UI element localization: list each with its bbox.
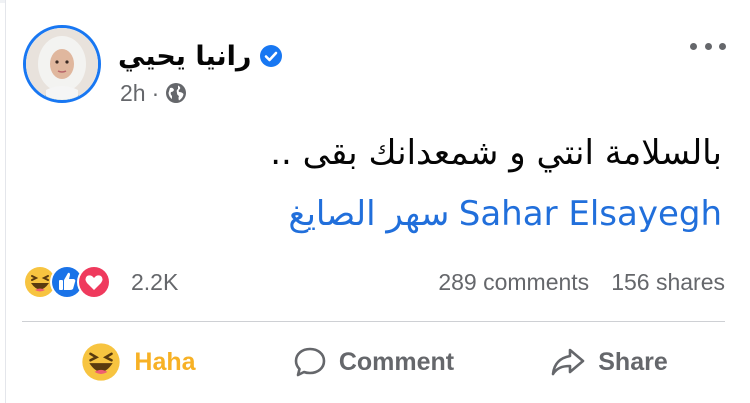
shares-count[interactable]: 156 shares [611, 269, 725, 296]
comments-count[interactable]: 289 comments [438, 269, 589, 296]
comment-label: Comment [338, 347, 455, 376]
share-button[interactable]: Share [493, 332, 725, 392]
globe-icon [166, 83, 187, 103]
post-stats: 2.2K 289 comments 156 shares [22, 262, 725, 302]
comment-button[interactable]: Comment [258, 332, 490, 392]
avatar-photo [26, 28, 98, 100]
author-name[interactable]: رانيا يحيي [118, 41, 251, 72]
mention-latin: Sahar Elsayegh [458, 194, 722, 234]
dot [719, 42, 726, 50]
mentioned-profile-link[interactable]: سهر الصايغ Sahar Elsayegh [122, 186, 722, 242]
post-meta: 2h · [120, 78, 187, 108]
comment-icon [294, 347, 326, 377]
action-bar: Haha Comment Share [22, 330, 725, 394]
reaction-icons [22, 264, 111, 300]
share-icon [551, 348, 585, 376]
love-reaction-icon [77, 265, 111, 299]
share-label: Share [598, 347, 668, 376]
post-text: بالسلامة انتي و شمعدانك بقى .. [270, 133, 722, 173]
author-row: رانيا يحيي [118, 38, 283, 74]
dot [690, 42, 697, 50]
reactions-summary[interactable]: 2.2K [22, 264, 178, 300]
haha-label: Haha [134, 347, 196, 376]
dot [704, 42, 712, 50]
mention-arabic: سهر الصايغ [288, 194, 450, 234]
meta-separator: · [151, 79, 160, 106]
author-avatar[interactable] [23, 25, 101, 103]
post-time[interactable]: 2h [120, 80, 146, 107]
haha-button[interactable]: Haha [22, 332, 254, 392]
more-options-icon[interactable] [690, 36, 726, 56]
actions-divider [22, 321, 725, 322]
haha-icon [82, 343, 121, 381]
reactions-count: 2.2K [131, 268, 179, 295]
engagement-counts: 289 comments 156 shares [438, 269, 725, 296]
verified-icon [260, 45, 283, 67]
